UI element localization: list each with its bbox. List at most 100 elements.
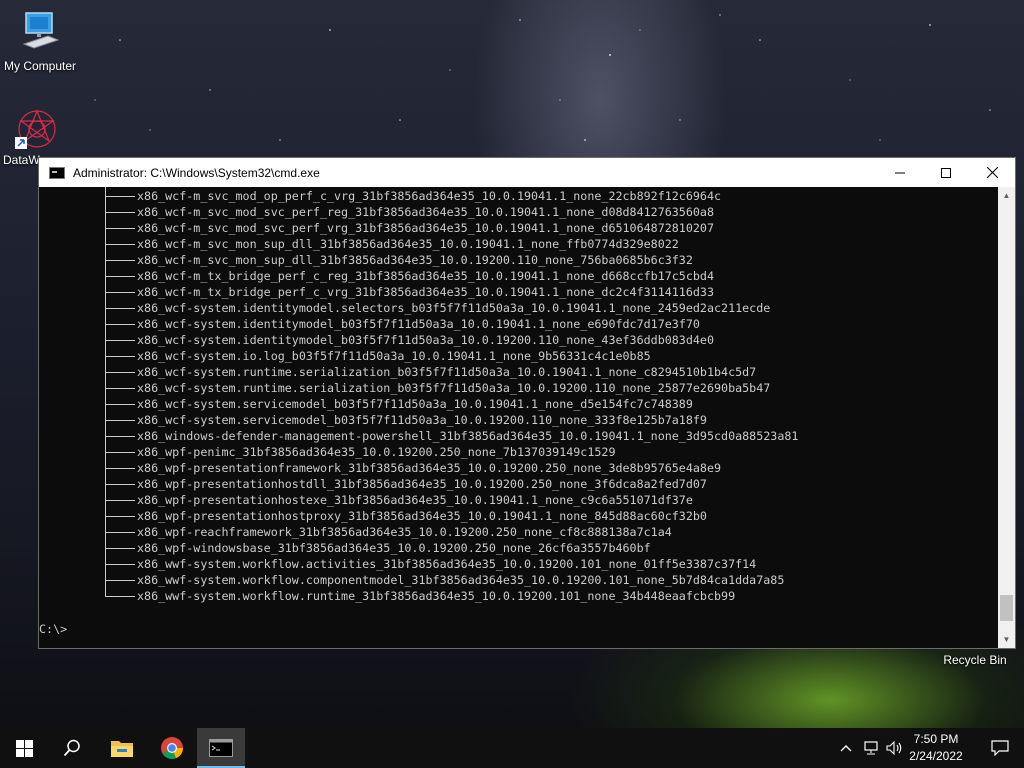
system-clock[interactable]: 7:50 PM 2/24/2022	[896, 731, 976, 765]
tree-branch	[105, 276, 135, 277]
taskbar: 7:50 PM 2/24/2022	[0, 728, 1024, 768]
file-explorer-button[interactable]	[98, 728, 146, 768]
cmd-icon	[209, 739, 233, 757]
tree-branch	[105, 452, 135, 453]
console-line-text: x86_wcf-system.identitymodel.selectors_b…	[137, 301, 771, 315]
cmd-window: Administrator: C:\Windows\System32\cmd.e…	[38, 157, 1016, 649]
tree-branch	[105, 388, 135, 389]
minimize-icon	[895, 172, 905, 173]
console-line: x86_wcf-m_svc_mod_svc_perf_vrg_31bf3856a…	[39, 220, 798, 236]
my-computer-desktop-icon[interactable]: My Computer	[0, 10, 80, 73]
maximize-button[interactable]	[923, 158, 969, 187]
scrollbar-thumb[interactable]	[1000, 595, 1013, 621]
windows-start-icon	[15, 739, 33, 757]
close-button[interactable]	[969, 158, 1015, 187]
console-line-text: x86_wcf-system.servicemodel_b03f5f7f11d5…	[137, 413, 707, 427]
console-line: x86_wcf-system.io.log_b03f5f7f11d50a3a_1…	[39, 348, 798, 364]
console-line-text: x86_wpf-presentationhostdll_31bf3856ad36…	[137, 477, 707, 491]
console-line-text: x86_wcf-system.identitymodel_b03f5f7f11d…	[137, 317, 700, 331]
console-line-text: x86_wpf-windowsbase_31bf3856ad364e35_10.…	[137, 541, 651, 555]
search-icon	[63, 739, 80, 757]
console-line: x86_wcf-system.servicemodel_b03f5f7f11d5…	[39, 412, 798, 428]
console-line-text: x86_wpf-presentationframework_31bf3856ad…	[137, 461, 722, 475]
tree-branch	[105, 372, 135, 373]
vertical-scrollbar[interactable]: ▲ ▼	[998, 187, 1015, 648]
console-line-text: x86_wpf-presentationhostproxy_31bf3856ad…	[137, 509, 707, 523]
action-center-button[interactable]	[976, 728, 1024, 768]
tree-branch	[105, 548, 135, 549]
chrome-button[interactable]	[148, 728, 196, 768]
console-line: x86_wcf-m_tx_bridge_perf_c_reg_31bf3856a…	[39, 268, 798, 284]
console-line-text: x86_wcf-m_svc_mod_svc_perf_vrg_31bf3856a…	[137, 221, 714, 235]
tree-branch	[105, 196, 135, 197]
console-line-text: x86_wpf-reachframework_31bf3856ad364e35_…	[137, 525, 672, 539]
console-line: x86_wcf-m_svc_mon_sup_dll_31bf3856ad364e…	[39, 236, 798, 252]
console-line-text: x86_wwf-system.workflow.runtime_31bf3856…	[137, 589, 736, 603]
console-line-text: x86_wcf-m_tx_bridge_perf_c_reg_31bf3856a…	[137, 269, 714, 283]
tree-branch	[105, 532, 135, 533]
console-line: x86_wcf-system.identitymodel.selectors_b…	[39, 300, 798, 316]
console-line-text: x86_wcf-m_tx_bridge_perf_c_vrg_31bf3856a…	[137, 285, 714, 299]
search-button[interactable]	[48, 728, 96, 768]
console-line-text: x86_wcf-m_svc_mod_svc_perf_reg_31bf3856a…	[137, 205, 714, 219]
tree-branch	[105, 228, 135, 229]
console-line: x86_wcf-m_svc_mon_sup_dll_31bf3856ad364e…	[39, 252, 798, 268]
tree-branch	[105, 500, 135, 501]
console-line: x86_wcf-system.identitymodel_b03f5f7f11d…	[39, 316, 798, 332]
console-line: x86_wwf-system.workflow.runtime_31bf3856…	[39, 588, 798, 604]
console-line-text: x86_wwf-system.workflow.activities_31bf3…	[137, 557, 757, 571]
tree-branch	[105, 516, 135, 517]
console-line-text: x86_wcf-system.identitymodel_b03f5f7f11d…	[137, 333, 714, 347]
tree-branch	[105, 404, 135, 405]
recycle-bin-label: Recycle Bin	[943, 653, 1007, 667]
scroll-up-icon[interactable]: ▲	[998, 187, 1015, 204]
tree-branch	[105, 484, 135, 485]
console-line: x86_wpf-presentationhostexe_31bf3856ad36…	[39, 492, 798, 508]
console-line: x86_wcf-system.runtime.serialization_b03…	[39, 364, 798, 380]
window-title: Administrator: C:\Windows\System32\cmd.e…	[73, 165, 320, 180]
tree-branch	[105, 420, 135, 421]
tree-branch	[105, 596, 135, 597]
notification-icon	[991, 740, 1009, 756]
tree-branch	[105, 308, 135, 309]
console-line-text: x86_wcf-system.runtime.serialization_b03…	[137, 365, 757, 379]
chevron-up-icon	[840, 745, 852, 752]
tree-branch	[105, 324, 135, 325]
command-prompt[interactable]: C:\>	[39, 621, 67, 637]
tree-branch	[105, 564, 135, 565]
console-line: x86_wwf-system.workflow.activities_31bf3…	[39, 556, 798, 572]
clock-date: 2/24/2022	[909, 749, 963, 763]
console-line: x86_wpf-penimc_31bf3856ad364e35_10.0.192…	[39, 444, 798, 460]
clock-time: 7:50 PM	[913, 732, 959, 746]
console-line-text: x86_wpf-penimc_31bf3856ad364e35_10.0.192…	[137, 445, 616, 459]
console-line: x86_windows-defender-management-powershe…	[39, 428, 798, 444]
scroll-down-icon[interactable]: ▼	[998, 631, 1015, 648]
cmd-taskbar-button[interactable]	[197, 728, 245, 768]
console-line: x86_wpf-presentationhostproxy_31bf3856ad…	[39, 508, 798, 524]
chrome-icon	[161, 737, 183, 759]
tree-branch	[105, 244, 135, 245]
tree-branch	[105, 340, 135, 341]
tree-branch	[105, 436, 135, 437]
console-line: x86_wcf-system.identitymodel_b03f5f7f11d…	[39, 332, 798, 348]
recycle-bin-desktop-icon[interactable]: Recycle Bin	[935, 653, 1015, 667]
console-line: x86_wpf-presentationhostdll_31bf3856ad36…	[39, 476, 798, 492]
file-explorer-icon	[111, 741, 133, 757]
network-button[interactable]	[860, 728, 882, 768]
console-line: x86_wcf-system.servicemodel_b03f5f7f11d5…	[39, 396, 798, 412]
minimize-button[interactable]	[877, 158, 923, 187]
tree-branch	[105, 212, 135, 213]
close-icon	[986, 167, 998, 178]
show-hidden-icons-button[interactable]	[835, 728, 857, 768]
console-line-text: x86_wcf-m_svc_mon_sup_dll_31bf3856ad364e…	[137, 253, 693, 267]
dataw-shortcut-icon	[15, 109, 56, 149]
my-computer-label: My Computer	[3, 59, 77, 73]
window-titlebar[interactable]: Administrator: C:\Windows\System32\cmd.e…	[39, 158, 1015, 187]
console-line: x86_wpf-reachframework_31bf3856ad364e35_…	[39, 524, 798, 540]
console-output[interactable]: x86_wcf-m_svc_mod_op_perf_c_vrg_31bf3856…	[39, 187, 998, 648]
tree-branch	[105, 356, 135, 357]
start-button[interactable]	[0, 728, 48, 768]
cmd-app-icon	[49, 166, 65, 179]
tree-branch	[105, 260, 135, 261]
console-line: x86_wwf-system.workflow.componentmodel_3…	[39, 572, 798, 588]
